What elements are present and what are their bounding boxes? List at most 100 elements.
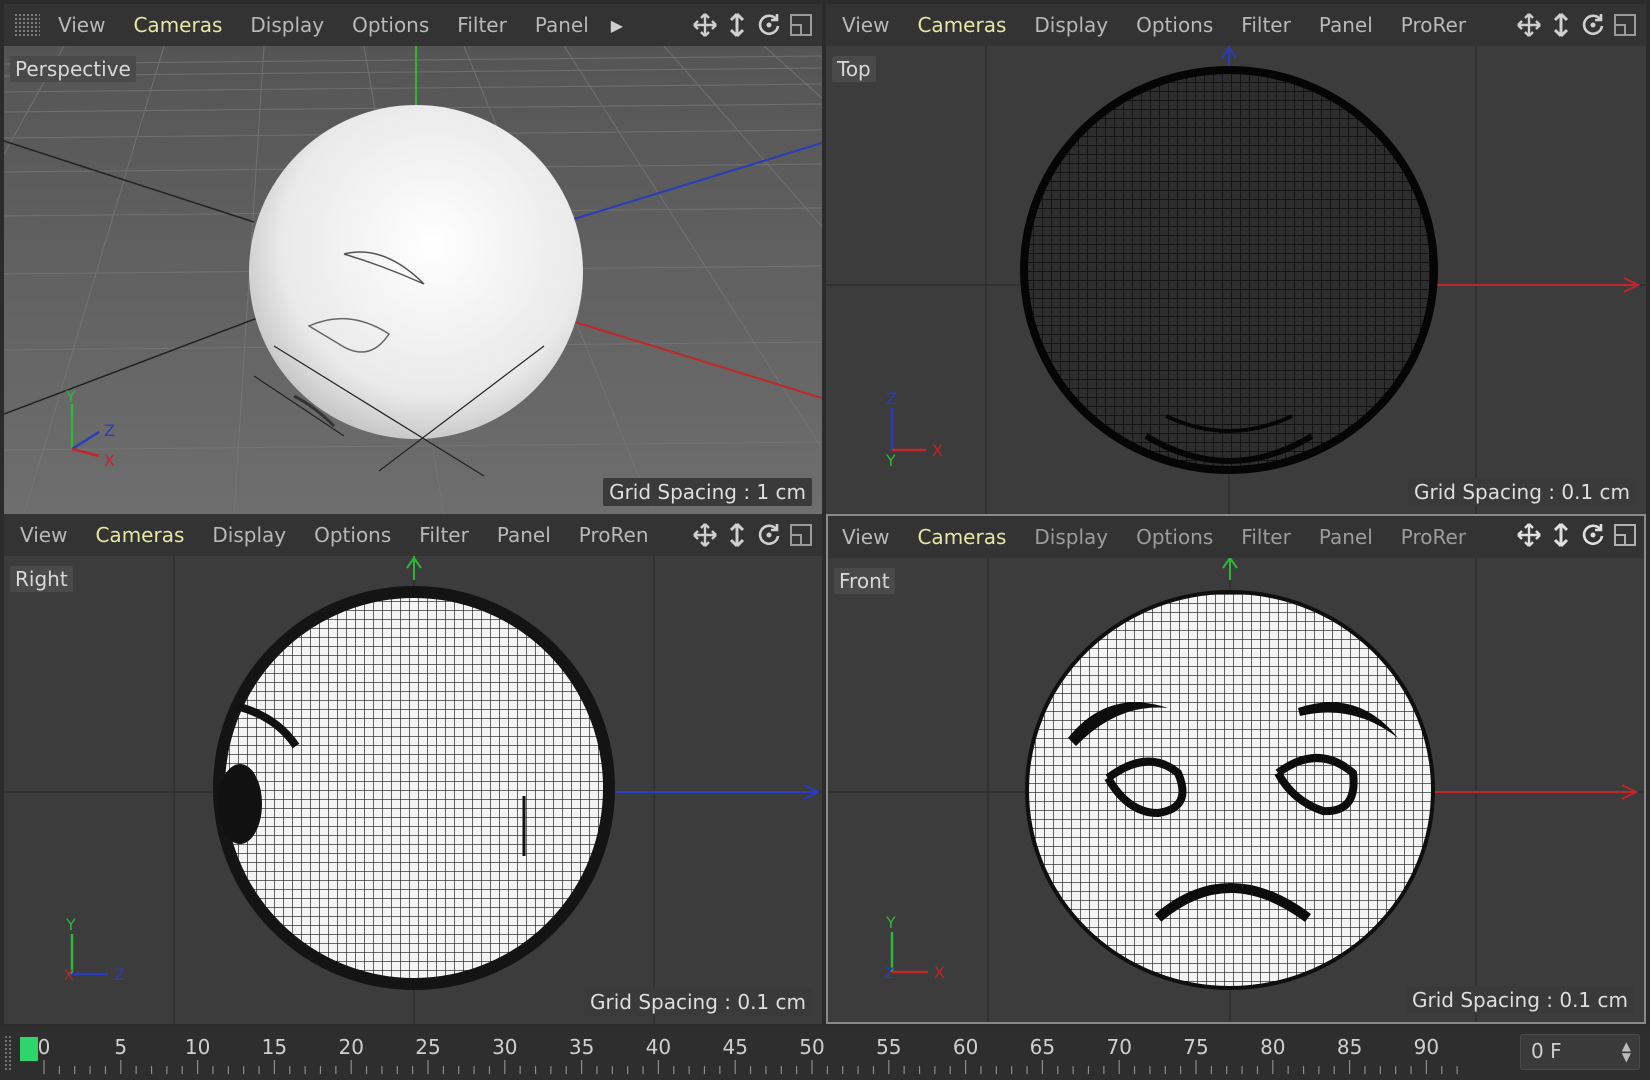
timeline-tick-label: 75 [1183, 1035, 1208, 1059]
timeline-tick-label: 45 [722, 1035, 747, 1059]
menu-options[interactable]: Options [1122, 13, 1227, 37]
gizmo-y-label: Y [65, 915, 76, 934]
menu-proren[interactable]: ProRer [1387, 525, 1480, 549]
timeline[interactable]: 0 5 10 15 20 25 30 35 40 45 50 55 60 65 70 75 80 85 90 0 F… [0, 1026, 1650, 1080]
gizmo-x-label: X [934, 963, 945, 982]
perspective-scene: Y Z X [4, 46, 822, 514]
timeline-tick-label: 20 [338, 1035, 363, 1059]
timeline-tick-label: 70 [1106, 1035, 1131, 1059]
timeline-tick-label: 30 [492, 1035, 517, 1059]
menu-display[interactable]: Display [1020, 13, 1122, 37]
maximize-icon[interactable] [1612, 522, 1638, 548]
menu-options[interactable]: Options [1122, 525, 1227, 549]
viewport-front[interactable]: View Cameras Display Options Filter Pane… [826, 514, 1646, 1024]
vertical-move-icon[interactable] [724, 522, 750, 548]
timeline-tick-label: 80 [1260, 1035, 1285, 1059]
move-icon[interactable] [1516, 522, 1542, 548]
sphere-wireframe-front[interactable] [1025, 590, 1435, 990]
gizmo-y-label: Y [885, 913, 896, 932]
menu-view[interactable]: View [6, 523, 81, 547]
timeline-tick-label: 25 [415, 1035, 440, 1059]
timeline-tick-label: 55 [876, 1035, 901, 1059]
grip-icon[interactable] [14, 13, 40, 37]
timeline-grip-icon[interactable] [5, 1036, 11, 1070]
gizmo-y-label: Y [885, 451, 896, 470]
gizmo-z-label: Z [884, 966, 894, 982]
gizmo-x-label: X [64, 968, 74, 984]
grid-spacing-label: Grid Spacing : 0.1 cm [1408, 478, 1636, 506]
move-icon[interactable] [692, 522, 718, 548]
viewport-label: Perspective [10, 56, 136, 82]
timeline-tick-label: 60 [953, 1035, 978, 1059]
maximize-icon[interactable] [788, 12, 814, 38]
timeline-tick-label: 10 [185, 1035, 210, 1059]
vertical-move-icon[interactable] [1548, 12, 1574, 38]
sphere-wireframe-right[interactable] [213, 586, 615, 990]
vertical-move-icon[interactable] [1548, 522, 1574, 548]
viewport-canvas[interactable]: Y Z X [4, 46, 822, 514]
playhead-marker[interactable] [20, 1037, 38, 1061]
maximize-icon[interactable] [788, 522, 814, 548]
maximize-icon[interactable] [1612, 12, 1638, 38]
spinner-arrows-icon[interactable]: ▲ ▼ [1622, 1040, 1631, 1063]
menu-cameras[interactable]: Cameras [903, 525, 1020, 549]
timeline-tick-label: 15 [262, 1035, 287, 1059]
timeline-ruler[interactable]: 0 5 10 15 20 25 30 35 40 45 50 55 60 65 70 75 80 85 90 [0, 1026, 1500, 1080]
timeline-tick-label: 65 [1030, 1035, 1055, 1059]
menu-filter[interactable]: Filter [1227, 13, 1305, 37]
menu-proren[interactable]: ProRen [565, 523, 663, 547]
menu-panel[interactable]: Panel [1305, 13, 1387, 37]
viewport-perspective[interactable]: View Cameras Display Options Filter Pane… [4, 4, 822, 514]
menu-options[interactable]: Options [300, 523, 405, 547]
gizmo-z-label: Z [886, 389, 897, 408]
sphere-wireframe-top[interactable] [1020, 66, 1438, 474]
rotate-icon[interactable] [1580, 12, 1606, 38]
rotate-icon[interactable] [756, 12, 782, 38]
grid-spacing-label: Grid Spacing : 1 cm [603, 478, 812, 506]
menu-panel[interactable]: Panel [483, 523, 565, 547]
menu-cameras[interactable]: Cameras [903, 13, 1020, 37]
timeline-tick-label: 50 [799, 1035, 824, 1059]
more-menu-arrow-icon[interactable]: ▶ [611, 16, 623, 35]
timeline-tick-label: 40 [646, 1035, 671, 1059]
top-scene: Z Y X [826, 46, 1646, 514]
menu-view[interactable]: View [828, 13, 903, 37]
menu-view[interactable]: View [828, 525, 903, 549]
menu-display[interactable]: Display [198, 523, 300, 547]
menu-cameras[interactable]: Cameras [119, 13, 236, 37]
menu-filter[interactable]: Filter [443, 13, 521, 37]
viewport-canvas[interactable]: Z Y X [826, 46, 1646, 514]
menu-proren[interactable]: ProRer [1387, 13, 1480, 37]
viewport-right[interactable]: View Cameras Display Options Filter Pane… [4, 514, 822, 1024]
timeline-tick-label: 90 [1414, 1035, 1439, 1059]
menu-panel[interactable]: Panel [521, 13, 603, 37]
viewport-top[interactable]: View Cameras Display Options Filter Pane… [826, 4, 1646, 514]
rotate-icon[interactable] [1580, 522, 1606, 548]
rotate-icon[interactable] [756, 522, 782, 548]
move-icon[interactable] [1516, 12, 1542, 38]
current-frame-field[interactable]: 0 F ▲ ▼ [1520, 1034, 1640, 1070]
vertical-move-icon[interactable] [724, 12, 750, 38]
gizmo-z-label: Z [114, 965, 125, 984]
viewport-menubar: View Cameras Display Options Filter Pane… [4, 514, 822, 556]
gizmo-x-label: X [932, 441, 943, 460]
menu-filter[interactable]: Filter [405, 523, 483, 547]
menu-panel[interactable]: Panel [1305, 525, 1387, 549]
menu-display[interactable]: Display [1020, 525, 1122, 549]
grid-spacing-label: Grid Spacing : 0.1 cm [584, 988, 812, 1016]
front-scene: Y Z X [828, 558, 1644, 1022]
gizmo-x-label: X [104, 451, 115, 470]
timeline-tick-label: 85 [1337, 1035, 1362, 1059]
menu-options[interactable]: Options [338, 13, 443, 37]
menu-cameras[interactable]: Cameras [81, 523, 198, 547]
move-icon[interactable] [692, 12, 718, 38]
viewport-label: Top [832, 56, 876, 82]
viewport-canvas[interactable]: Y X Z [4, 556, 822, 1024]
timeline-tick-label: 5 [114, 1035, 127, 1059]
timeline-tick-label: 0 [38, 1035, 51, 1059]
menu-display[interactable]: Display [236, 13, 338, 37]
grid-spacing-label: Grid Spacing : 0.1 cm [1406, 986, 1634, 1014]
menu-view[interactable]: View [44, 13, 119, 37]
menu-filter[interactable]: Filter [1227, 525, 1305, 549]
viewport-canvas[interactable]: Y Z X [828, 558, 1644, 1022]
